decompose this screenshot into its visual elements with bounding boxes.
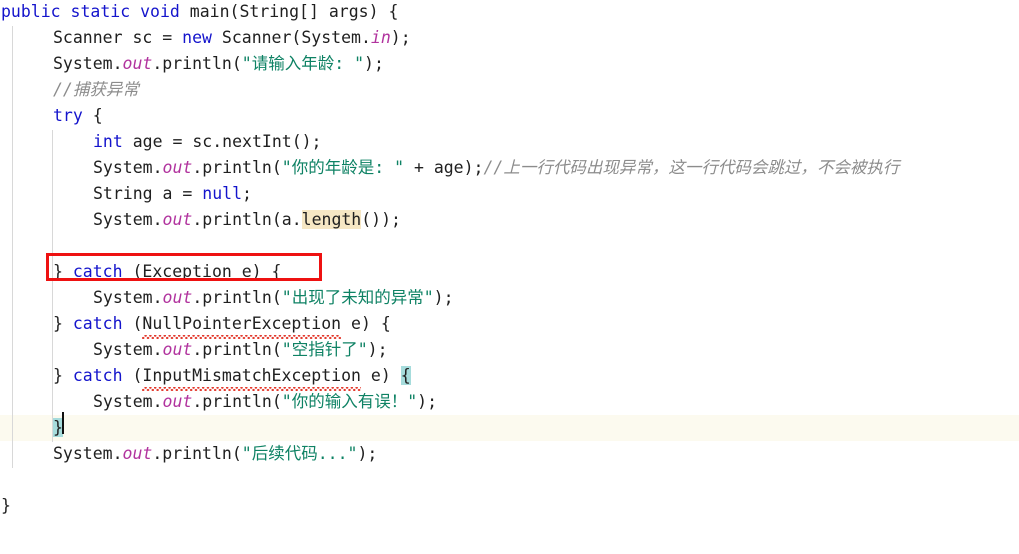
code-token: out xyxy=(122,444,153,463)
error-squiggle: InputMismatchException xyxy=(142,363,361,391)
error-squiggle: NullPointerException xyxy=(142,311,341,339)
code-token: System. xyxy=(93,340,163,359)
code-token: ); xyxy=(367,340,388,359)
code-line[interactable]: } catch (NullPointerException e) { xyxy=(53,311,391,339)
code-token: .println( xyxy=(192,340,282,359)
code-token: .println( xyxy=(192,392,282,411)
code-token: + age); xyxy=(404,158,484,177)
code-line[interactable]: //捕获异常 xyxy=(53,77,139,103)
code-line[interactable]: int age = sc.nextInt(); xyxy=(93,129,322,155)
code-token: "请输入年龄: " xyxy=(241,54,365,73)
code-token: catch xyxy=(72,262,123,281)
code-token: static xyxy=(70,2,131,21)
code-token: ); xyxy=(357,444,378,463)
code-token: .println(a. xyxy=(192,210,302,229)
code-line[interactable]: try { xyxy=(53,103,103,129)
code-token: //上一行代码出现异常，这一行代码会跳过，不会被执行 xyxy=(483,158,900,177)
code-line[interactable]: } xyxy=(1,493,11,519)
code-token: in xyxy=(370,28,391,47)
code-token: public xyxy=(1,2,61,21)
code-token: } xyxy=(53,262,73,281)
code-token: out xyxy=(162,288,193,307)
text-caret xyxy=(62,412,64,434)
current-line-highlight xyxy=(0,415,1019,441)
code-token: "出现了未知的异常" xyxy=(281,288,434,307)
code-line[interactable]: System.out.println("空指针了"); xyxy=(93,337,388,363)
code-line[interactable]: String a = null; xyxy=(93,181,252,207)
code-token: //捕获异常 xyxy=(53,80,139,99)
highlighted-identifier: length xyxy=(301,210,362,229)
code-token: System. xyxy=(93,392,163,411)
code-token: ); xyxy=(390,28,411,47)
code-token: .println( xyxy=(192,158,282,177)
code-line[interactable]: System.out.println("后续代码..."); xyxy=(53,441,377,467)
code-token: "后续代码..." xyxy=(241,444,358,463)
code-token: null xyxy=(202,184,243,203)
code-token: int xyxy=(93,132,123,151)
code-token: ( xyxy=(122,366,143,385)
code-line[interactable]: System.out.println("请输入年龄: "); xyxy=(53,51,384,77)
code-token: catch xyxy=(72,314,123,333)
code-token: catch xyxy=(72,366,123,385)
code-token: e) { xyxy=(341,314,391,333)
code-token: ()); xyxy=(361,210,401,229)
code-token: } xyxy=(53,366,73,385)
code-token: ); xyxy=(417,392,438,411)
code-token: ); xyxy=(364,54,384,73)
code-token: (Exception e) { xyxy=(122,262,282,281)
code-token: out xyxy=(162,158,193,177)
indent-guide-2 xyxy=(52,130,53,442)
code-token: out xyxy=(162,210,193,229)
code-token: try xyxy=(53,106,83,125)
code-token: "你的输入有误！" xyxy=(281,392,418,411)
code-token: out xyxy=(162,392,193,411)
code-editor[interactable]: public static void main(String[] args) {… xyxy=(0,0,1019,554)
code-token: .println( xyxy=(192,288,282,307)
code-token: System. xyxy=(53,444,123,463)
code-line[interactable]: System.out.println("你的输入有误！"); xyxy=(93,389,437,415)
code-token: Scanner(System. xyxy=(211,28,371,47)
code-line[interactable]: Scanner sc = new Scanner(System.in); xyxy=(53,25,411,51)
code-token: ( xyxy=(122,314,143,333)
code-line[interactable]: } catch (Exception e) { xyxy=(53,259,282,285)
code-token: age = sc.nextInt(); xyxy=(122,132,322,151)
code-line[interactable]: System.out.println("你的年龄是: " + age);//上一… xyxy=(93,155,899,181)
code-token: main(String[] args) { xyxy=(179,2,399,21)
code-token: InputMismatchException xyxy=(142,366,361,391)
matching-brace-highlight: { xyxy=(400,366,411,385)
indent-guide-1 xyxy=(12,26,13,468)
code-token: NullPointerException xyxy=(142,314,341,339)
code-token: void xyxy=(140,2,180,21)
code-token: Scanner sc = xyxy=(53,28,183,47)
code-token: out xyxy=(162,340,193,359)
code-token: e) xyxy=(360,366,401,385)
code-line[interactable]: } catch (InputMismatchException e) { xyxy=(53,363,411,391)
code-token: .println( xyxy=(152,444,242,463)
code-token: { xyxy=(82,106,103,125)
code-line[interactable]: System.out.println(a.length()); xyxy=(93,207,401,233)
code-token: System. xyxy=(93,158,163,177)
code-token: System. xyxy=(53,54,123,73)
code-token: "空指针了" xyxy=(281,340,368,359)
code-line[interactable]: System.out.println("出现了未知的异常"); xyxy=(93,285,454,311)
code-token: .println( xyxy=(152,54,242,73)
code-line[interactable]: public static void main(String[] args) { xyxy=(1,0,398,25)
code-token: ; xyxy=(242,184,252,203)
code-token: System. xyxy=(93,288,163,307)
code-token: } xyxy=(1,496,11,515)
code-token: new xyxy=(182,28,212,47)
code-token: out xyxy=(122,54,153,73)
code-token: ); xyxy=(433,288,454,307)
code-token: System. xyxy=(93,210,163,229)
code-token: } xyxy=(53,314,73,333)
code-token: "你的年龄是: " xyxy=(281,158,405,177)
code-token: String a = xyxy=(93,184,203,203)
